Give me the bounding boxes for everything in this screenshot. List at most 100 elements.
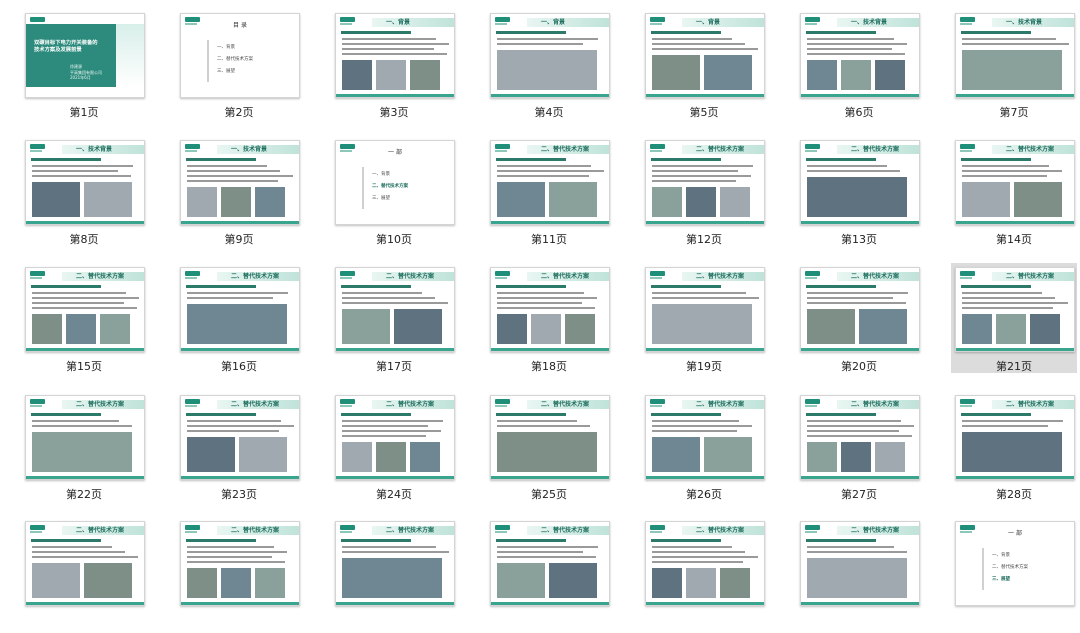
slide-thumbnail[interactable]: 二、替代技术方案 第19页 <box>645 267 801 379</box>
text-line <box>187 180 278 182</box>
company-logo-icon <box>960 271 975 276</box>
slide-preview[interactable]: 二、替代技术方案 <box>490 521 610 606</box>
page-label: 第5页 <box>689 106 719 119</box>
slide-preview[interactable]: 一、技术背景 <box>955 13 1075 98</box>
slide-preview[interactable]: 二、替代技术方案 <box>645 267 765 352</box>
slide-thumbnail[interactable]: 一、技术背景 第7页 <box>955 13 1080 125</box>
slide-thumbnail[interactable]: 一、技术背景 第8页 <box>25 140 181 252</box>
text-line <box>187 430 279 432</box>
company-logo-icon <box>960 17 975 22</box>
slide-preview[interactable]: 一、技术背景 <box>800 13 920 98</box>
slide-preview[interactable]: 二、替代技术方案 <box>645 521 765 606</box>
slide-thumbnail[interactable]: 二、替代技术方案 <box>645 521 801 633</box>
slide-image <box>84 563 132 598</box>
slide-thumbnail[interactable]: 一、背景 第4页 <box>490 13 646 125</box>
slide-thumbnail[interactable]: 二、替代技术方案 第15页 <box>25 267 181 379</box>
slide-thumbnail[interactable]: 二、替代技术方案 第21页 <box>951 263 1080 379</box>
slide-preview[interactable]: 二、替代技术方案 <box>645 140 765 225</box>
slide-thumbnail[interactable]: 二、替代技术方案 第22页 <box>25 395 181 507</box>
slide-preview[interactable]: 一 部一、背景 二、替代技术方案 三、展望 <box>955 521 1075 606</box>
slide-preview[interactable]: 二、替代技术方案 <box>800 267 920 352</box>
slide-image <box>807 60 837 90</box>
slide-image <box>962 182 1010 217</box>
toc-item: 三、展望 <box>217 69 235 74</box>
text-line <box>342 546 436 548</box>
slide-thumbnail[interactable]: 二、替代技术方案 第16页 <box>180 267 336 379</box>
slide-preview[interactable]: 二、替代技术方案 <box>955 267 1075 352</box>
text-line <box>962 175 1047 177</box>
slide-preview[interactable]: 一、背景 <box>490 13 610 98</box>
text-line <box>187 556 272 558</box>
slide-thumbnail[interactable]: 二、替代技术方案 <box>180 521 336 633</box>
slide-thumbnail[interactable]: 一 部一、背景 二、替代技术方案 三、展望 第10页 <box>335 140 491 252</box>
slide-preview[interactable]: 一、背景 <box>335 13 455 98</box>
slide-preview[interactable]: 二、替代技术方案 <box>180 521 300 606</box>
slide-preview[interactable]: 二、替代技术方案 <box>645 395 765 480</box>
slide-preview[interactable]: 二、替代技术方案 <box>335 267 455 352</box>
slide-preview[interactable]: 二、替代技术方案 <box>800 395 920 480</box>
slide-preview[interactable]: 二、替代技术方案 <box>335 395 455 480</box>
slide-preview[interactable]: 一 部一、背景 二、替代技术方案 三、展望 <box>335 140 455 225</box>
slide-thumbnail[interactable]: 二、替代技术方案 第28页 <box>955 395 1080 507</box>
slide-preview[interactable]: 一、技术背景 <box>25 140 145 225</box>
slide-preview[interactable]: 一、技术背景 <box>180 140 300 225</box>
slide-heading <box>961 413 1031 416</box>
slide-thumbnail[interactable]: 二、替代技术方案 第17页 <box>335 267 491 379</box>
slide-preview[interactable]: 二、替代技术方案 <box>955 395 1075 480</box>
slide-preview[interactable]: 二、替代技术方案 <box>800 140 920 225</box>
slide-image <box>686 187 716 217</box>
text-line <box>807 546 894 548</box>
slide-preview[interactable]: 二、替代技术方案 <box>25 267 145 352</box>
slide-preview[interactable]: 一、背景 <box>645 13 765 98</box>
slide-thumbnail[interactable]: 二、替代技术方案 <box>490 521 646 633</box>
slide-preview[interactable]: 二、替代技术方案 <box>25 395 145 480</box>
company-logo-icon <box>340 525 355 530</box>
text-line <box>652 561 743 563</box>
slide-thumbnail[interactable]: 目 录一、背景 二、替代技术方案 三、展望 第2页 <box>180 13 336 125</box>
slide-thumbnail[interactable]: 一、背景 第3页 <box>335 13 491 125</box>
company-logo-icon <box>960 144 975 149</box>
slide-preview[interactable]: 二、替代技术方案 <box>180 395 300 480</box>
slide-image <box>187 187 217 217</box>
slide-preview[interactable]: 二、替代技术方案 <box>180 267 300 352</box>
slide-preview[interactable]: 目 录一、背景 二、替代技术方案 三、展望 <box>180 13 300 98</box>
slide-thumbnail[interactable]: 二、替代技术方案 第12页 <box>645 140 801 252</box>
slide-thumbnail[interactable]: 二、替代技术方案 第18页 <box>490 267 646 379</box>
slide-footer-bar <box>181 348 299 351</box>
slide-thumbnail[interactable]: 二、替代技术方案 第24页 <box>335 395 491 507</box>
slide-thumbnail[interactable]: 二、替代技术方案 第25页 <box>490 395 646 507</box>
slide-thumbnail[interactable]: 双碳目标下电力开关装备的 技术方案及发展前景 徐建源 平高集团有限公司 2021年6月第… <box>25 13 181 125</box>
slide-preview[interactable]: 二、替代技术方案 <box>800 521 920 606</box>
text-line <box>32 297 139 299</box>
slide-thumbnail[interactable]: 二、替代技术方案 第13页 <box>800 140 956 252</box>
company-name-line <box>805 23 817 25</box>
slide-preview[interactable]: 二、替代技术方案 <box>25 521 145 606</box>
slide-thumbnail[interactable]: 一、技术背景 第6页 <box>800 13 956 125</box>
slide-thumbnail[interactable]: 一 部一、背景 二、替代技术方案 三、展望 <box>955 521 1080 633</box>
slide-thumbnail[interactable]: 一、背景第5页 <box>645 13 801 125</box>
slide-image <box>376 442 406 472</box>
slide-preview[interactable]: 二、替代技术方案 <box>490 267 610 352</box>
slide-thumbnail[interactable]: 一、技术背景 第9页 <box>180 140 336 252</box>
slide-preview[interactable]: 二、替代技术方案 <box>955 140 1075 225</box>
slide-thumbnail[interactable]: 二、替代技术方案 第20页 <box>800 267 956 379</box>
slide-image <box>962 432 1062 472</box>
slide-preview[interactable]: 二、替代技术方案 <box>490 140 610 225</box>
slide-preview[interactable]: 双碳目标下电力开关装备的 技术方案及发展前景 徐建源 平高集团有限公司 2021年6月 <box>25 13 145 98</box>
slide-preview[interactable]: 二、替代技术方案 <box>335 521 455 606</box>
slide-thumbnail[interactable]: 二、替代技术方案 第23页 <box>180 395 336 507</box>
slide-thumbnail[interactable]: 二、替代技术方案 第11页 <box>490 140 646 252</box>
slide-image <box>841 442 871 472</box>
company-name-line <box>30 405 42 407</box>
slide-thumbnail[interactable]: 二、替代技术方案第14页 <box>955 140 1080 252</box>
slide-footer-bar <box>646 94 764 97</box>
page-label: 第14页 <box>996 233 1032 246</box>
slide-preview[interactable]: 二、替代技术方案 <box>490 395 610 480</box>
slide-thumbnail[interactable]: 二、替代技术方案 <box>800 521 956 633</box>
slide-image <box>652 187 682 217</box>
slide-thumbnail[interactable]: 二、替代技术方案 第27页 <box>800 395 956 507</box>
slide-thumbnail[interactable]: 二、替代技术方案 <box>25 521 181 633</box>
slide-footer-bar <box>646 348 764 351</box>
slide-thumbnail[interactable]: 二、替代技术方案 第26页 <box>645 395 801 507</box>
slide-thumbnail[interactable]: 二、替代技术方案 <box>335 521 491 633</box>
